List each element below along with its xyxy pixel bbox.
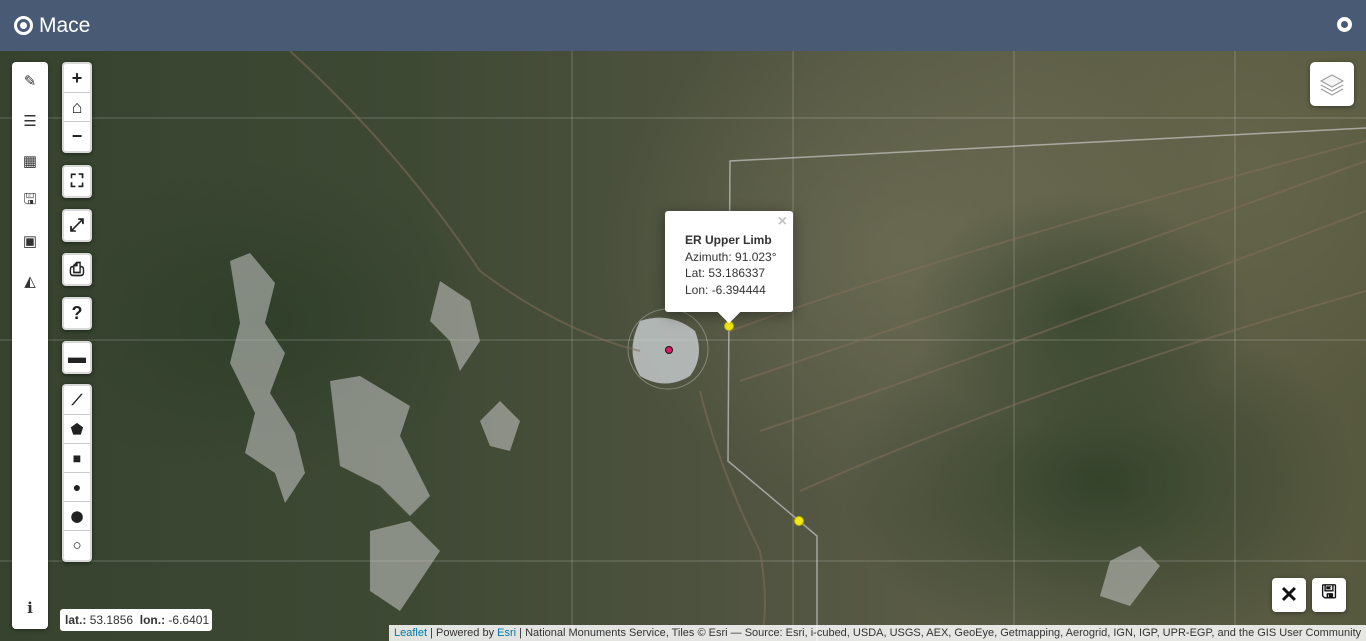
area-chart-icon[interactable]: ◭ [12,266,48,296]
lat-value: 53.1856 [89,613,134,627]
help-control: ? [62,297,92,330]
image-icon[interactable]: ▣ [12,226,48,256]
circle-tool[interactable]: ● [64,473,90,502]
lon-label: lon.: [139,613,166,627]
save-button[interactable]: 🖫 [1312,578,1346,612]
tracks [289,51,1366,641]
map-canvas[interactable] [0,51,1366,641]
layers-control[interactable] [1310,62,1354,106]
zoom-control: + ⌂ − [62,62,92,153]
home-button[interactable]: ⌂ [64,93,90,122]
print-button[interactable]: ⎙ [64,255,90,284]
fullscreen-control: ⛶ [62,165,92,198]
marker-popup: × ER Upper Limb Azimuth: 91.023° Lat: 53… [665,211,793,324]
close-button[interactable]: ✕ [1272,578,1306,612]
attribution-text: | National Monuments Service, Tiles © Es… [516,627,1362,639]
rectangle-tool[interactable]: ■ [64,444,90,473]
edit-icon[interactable]: ✎ [12,66,48,96]
brand[interactable]: Mace [14,14,90,38]
esri-link[interactable]: Esri [497,627,516,639]
open-control: ▬ [62,341,92,374]
expand-control: ⤢ [62,209,92,242]
marker-tool[interactable]: ⬤ [64,502,90,531]
layers-icon [1319,74,1345,96]
mouse-coordinates: lat.: 53.1856 lon.: -6.6401 [60,609,212,631]
attribution: Leaflet | Powered by Esri | National Mon… [389,625,1366,641]
map-overlay [0,51,1366,641]
save-icon[interactable]: 🖫 [12,186,48,216]
yellow-marker[interactable] [794,516,804,526]
print-control: ⎙ [62,253,92,286]
target-icon [14,16,33,35]
table-icon[interactable]: ▦ [12,146,48,176]
polygon-tool[interactable]: ⬟ [64,415,90,444]
info-icon[interactable]: i [12,593,48,623]
popup-lat: Lat: 53.186337 [685,266,766,280]
popup-title: ER Upper Limb [685,233,772,247]
zoom-out-button[interactable]: − [64,122,90,151]
popup-azimuth: Azimuth: 91.023° [685,249,777,264]
leaflet-link[interactable]: Leaflet [394,627,427,639]
floppy-icon: 🖫 [1321,582,1337,602]
github-icon[interactable] [1337,17,1352,32]
zoom-in-button[interactable]: + [64,64,90,93]
top-navbar: Mace [0,0,1366,51]
fullscreen-button[interactable]: ⛶ [64,167,90,196]
boundary-line [727,127,1366,641]
expand-button[interactable]: ⤢ [64,211,90,240]
popup-lon: Lon: -6.394444 [685,282,766,297]
sidebar: ✎ ☰ ▦ 🖫 ▣ ◭ i [12,62,48,629]
close-icon: ✕ [1279,582,1299,607]
polyline-tool[interactable]: ⟋ [64,386,90,415]
brand-title: Mace [39,13,91,37]
circlemarker-tool[interactable]: ○ [64,531,90,560]
lon-value: -6.6401 [168,613,210,627]
lat-label: lat.: [65,613,87,627]
popup-close-button[interactable]: × [778,213,787,231]
open-folder-button[interactable]: ▬ [64,343,90,372]
center-marker[interactable] [665,346,673,354]
help-button[interactable]: ? [64,299,90,328]
list-icon[interactable]: ☰ [12,106,48,136]
draw-toolbar: ⟋ ⬟ ■ ● ⬤ ○ [62,384,92,562]
attribution-powered: | Powered by [427,627,498,639]
